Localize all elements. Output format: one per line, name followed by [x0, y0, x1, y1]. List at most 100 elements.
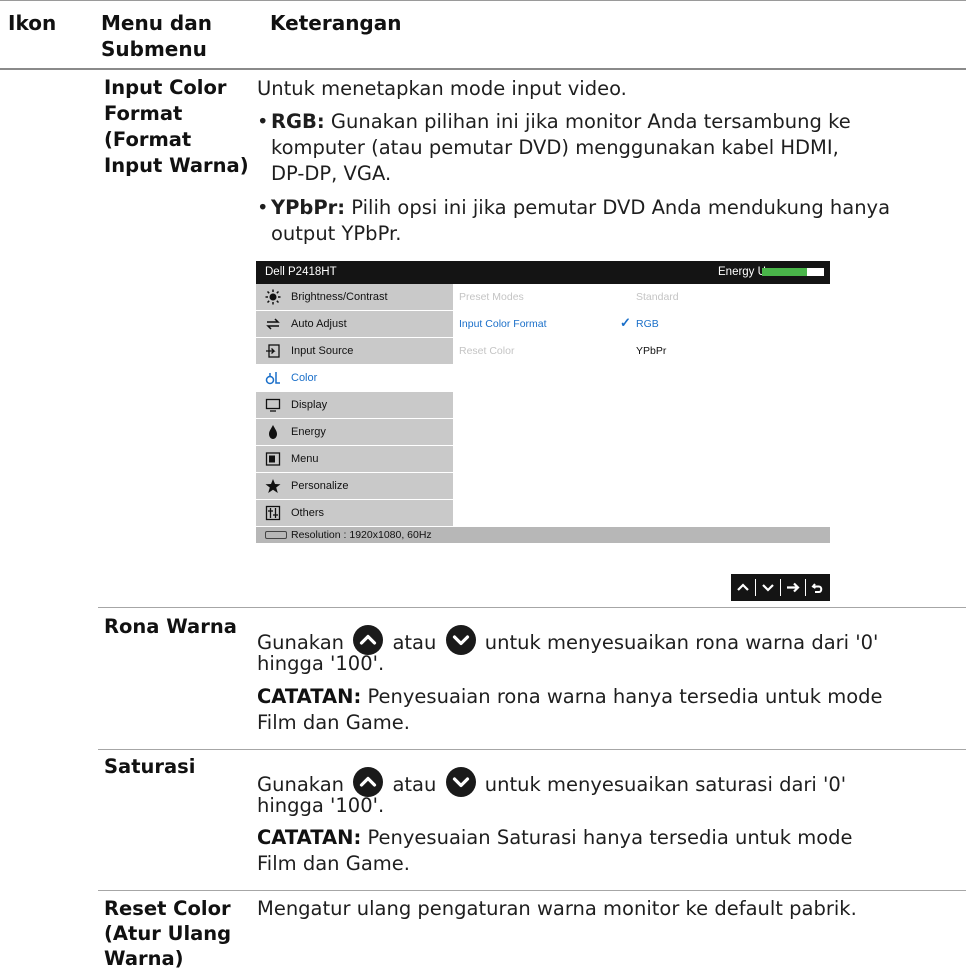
osd-menu-label: Others	[291, 507, 325, 519]
osd-menu-brightness-contrast[interactable]: Brightness/Contrast	[256, 284, 453, 310]
bullet-rgb: • RGB: Gunakan pilihan ini jika monitor A…	[257, 110, 851, 133]
color-icon	[265, 370, 281, 386]
menu-icon	[265, 451, 281, 467]
osd-input-color-format[interactable]: Input Color Format	[459, 317, 547, 331]
energy-use-fill	[762, 268, 807, 276]
osd-menu-others[interactable]: Others	[256, 500, 453, 526]
right-arrow-icon[interactable]	[781, 574, 805, 601]
auto-adjust-icon	[265, 316, 281, 332]
down-circle-icon	[445, 767, 477, 797]
osd-menu-label: Brightness/Contrast	[291, 291, 388, 303]
osd-preset-value: Standard	[636, 291, 679, 303]
header-menu-column-line2: Submenu	[101, 37, 207, 61]
hue-line1-b: atau	[392, 631, 437, 654]
others-icon	[265, 505, 281, 521]
bullet-rgb-text-1: Gunakan pilihan ini jika monitor Anda te…	[324, 110, 851, 133]
osd-option-rgb[interactable]: RGB	[636, 317, 659, 331]
up-circle-icon	[352, 767, 384, 797]
osd-menu-screenshot: Dell P2418HT Energy Use Brightness/Contr…	[256, 261, 830, 543]
osd-status-bar: Resolution : 1920x1080, 60Hz	[256, 527, 830, 543]
resolution-icon	[265, 531, 287, 539]
saturation-line1: Gunakan atau untuk menyesuaikan saturasi…	[257, 767, 846, 797]
hue-line1-c: untuk menyesuaikan rona warna dari '0'	[484, 631, 879, 654]
bullet-dot: •	[257, 196, 269, 219]
hue-line1: Gunakan atau untuk menyesuaikan rona war…	[257, 625, 878, 655]
osd-menu-label: Display	[291, 399, 328, 411]
osd-menu-auto-adjust[interactable]: Auto Adjust	[256, 311, 453, 337]
osd-model-name: Dell P2418HT	[265, 266, 337, 278]
osd-color-submenu: Preset Modes Standard Input Color Format…	[454, 284, 830, 527]
energy-icon	[265, 424, 281, 440]
row-divider	[98, 749, 966, 750]
saturation-line1-c: untuk menyesuaikan saturasi dari '0'	[484, 773, 847, 796]
header-menu-column-line1: Menu dan	[101, 11, 212, 35]
saturation-line2: hingga '100'.	[257, 794, 385, 817]
input-source-icon	[265, 343, 281, 359]
osd-menu-label: Input Source	[291, 345, 354, 357]
osd-menu-label: Personalize	[291, 480, 349, 492]
hue-name: Rona Warna	[104, 615, 237, 638]
down-arrow-icon[interactable]	[756, 574, 780, 601]
osd-preset-modes[interactable]: Preset Modes	[459, 290, 524, 304]
hue-line1-a: Gunakan	[257, 631, 345, 654]
table-top-rule	[0, 0, 966, 1]
input-color-format-name-2: Format	[104, 102, 183, 125]
osd-resolution: Resolution : 1920x1080, 60Hz	[291, 529, 432, 541]
input-color-format-name-4: Input Warna)	[104, 154, 249, 177]
row-divider	[98, 607, 966, 608]
input-color-format-intro: Untuk menetapkan mode input video.	[257, 77, 627, 100]
saturation-note-line2: Film dan Game.	[257, 852, 410, 875]
check-icon: ✓	[620, 315, 631, 330]
reset-color-name-2: (Atur Ulang	[104, 922, 232, 945]
row-divider	[98, 890, 966, 891]
osd-menu-label: Menu	[291, 453, 319, 465]
sun-icon	[265, 289, 281, 305]
star-icon	[265, 478, 281, 494]
reset-color-desc: Mengatur ulang pengaturan warna monitor …	[257, 897, 857, 920]
hue-line2: hingga '100'.	[257, 652, 385, 675]
bullet-ypbpr: • YPbPr: Pilih opsi ini jika pemutar DVD …	[257, 196, 890, 219]
bullet-ypbpr-text-2: output YPbPr.	[271, 222, 402, 245]
bullet-rgb-text-3: DP-DP, VGA.	[271, 162, 392, 185]
osd-menu-input-source[interactable]: Input Source	[256, 338, 453, 364]
header-icon-column: Ikon	[8, 11, 57, 35]
osd-menu-label: Color	[291, 372, 318, 384]
saturation-line1-b: atau	[392, 773, 437, 796]
osd-reset-color[interactable]: Reset Color	[459, 344, 514, 358]
bullet-ypbpr-label: YPbPr:	[271, 196, 346, 219]
saturation-line1-a: Gunakan	[257, 773, 345, 796]
saturation-name: Saturasi	[104, 755, 196, 778]
osd-main-menu: Brightness/Contrast Auto Adjust Input So…	[256, 284, 453, 527]
osd-menu-display[interactable]: Display	[256, 392, 453, 418]
osd-menu-personalize[interactable]: Personalize	[256, 473, 453, 499]
display-icon	[265, 397, 281, 413]
hue-note-line1: CATATAN: Penyesuaian rona warna hanya te…	[257, 685, 883, 708]
down-circle-icon	[445, 625, 477, 655]
osd-menu-energy[interactable]: Energy	[256, 419, 453, 445]
osd-option-ypbpr[interactable]: YPbPr	[636, 344, 666, 358]
bullet-rgb-text-2: komputer (atau pemutar DVD) menggunakan …	[271, 136, 839, 159]
up-arrow-icon[interactable]	[731, 574, 755, 601]
saturation-note-text: Penyesuaian Saturasi hanya tersedia untu…	[361, 826, 853, 849]
hue-note-line2: Film dan Game.	[257, 711, 410, 734]
bullet-dot: •	[257, 110, 269, 133]
input-color-format-name-3: (Format	[104, 128, 192, 151]
saturation-note-label: CATATAN:	[257, 826, 362, 849]
table-header-rule	[0, 68, 966, 70]
reset-color-name-3: Warna)	[104, 947, 184, 970]
hue-note-label: CATATAN:	[257, 685, 362, 708]
hue-note-text: Penyesuaian rona warna hanya tersedia un…	[361, 685, 883, 708]
osd-menu-label: Auto Adjust	[291, 318, 347, 330]
osd-menu-menu[interactable]: Menu	[256, 446, 453, 472]
osd-menu-color[interactable]: Color	[256, 365, 453, 391]
header-description-column: Keterangan	[270, 11, 402, 35]
energy-use-bar	[762, 268, 824, 276]
back-icon[interactable]	[806, 574, 830, 601]
osd-menu-label: Energy	[291, 426, 326, 438]
bullet-ypbpr-text-1: Pilih opsi ini jika pemutar DVD Anda men…	[345, 196, 891, 219]
osd-title-bar: Dell P2418HT Energy Use	[256, 261, 830, 284]
input-color-format-name-1: Input Color	[104, 76, 227, 99]
saturation-note-line1: CATATAN: Penyesuaian Saturasi hanya ters…	[257, 826, 853, 849]
up-circle-icon	[352, 625, 384, 655]
osd-nav-buttons	[731, 574, 830, 601]
